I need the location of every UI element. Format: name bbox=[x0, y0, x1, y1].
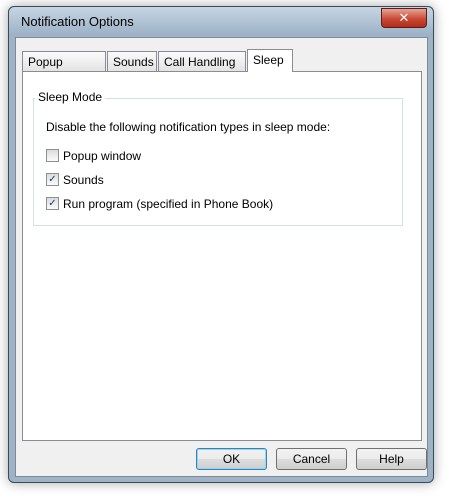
popup-window-checkbox[interactable] bbox=[46, 149, 59, 163]
help-button[interactable]: Help bbox=[356, 448, 427, 470]
close-button[interactable]: ✕ bbox=[381, 8, 427, 28]
popup-window-label: Popup window bbox=[63, 149, 142, 163]
sounds-label: Sounds bbox=[63, 173, 104, 187]
cancel-button[interactable]: Cancel bbox=[276, 448, 347, 470]
title-bar[interactable]: Notification Options ✕ bbox=[9, 7, 433, 35]
close-icon: ✕ bbox=[398, 10, 410, 25]
ok-button[interactable]: OK bbox=[196, 448, 267, 470]
dialog-client-area: Popup Window Sounds Call Handling Sleep … bbox=[15, 37, 428, 477]
tab-call-handling[interactable]: Call Handling bbox=[158, 51, 246, 71]
run-program-checkbox[interactable]: ✓ bbox=[46, 197, 59, 211]
sleep-tab-panel: Sleep Mode Disable the following notific… bbox=[22, 71, 422, 441]
sleep-mode-description: Disable the following notification types… bbox=[46, 120, 331, 134]
tab-sounds[interactable]: Sounds bbox=[107, 51, 157, 71]
popup-window-option[interactable]: Popup window bbox=[46, 149, 141, 165]
run-program-label: Run program (specified in Phone Book) bbox=[63, 197, 274, 211]
run-program-option[interactable]: ✓ Run program (specified in Phone Book) bbox=[46, 197, 273, 213]
tab-popup-window[interactable]: Popup Window bbox=[22, 51, 106, 89]
sleep-mode-group-label: Sleep Mode bbox=[35, 90, 106, 104]
notification-options-window: Notification Options ✕ Popup Window Soun… bbox=[8, 6, 434, 483]
window-title: Notification Options bbox=[21, 14, 134, 29]
tab-sleep[interactable]: Sleep bbox=[247, 49, 293, 72]
sounds-option[interactable]: ✓ Sounds bbox=[46, 173, 104, 189]
sounds-checkbox[interactable]: ✓ bbox=[46, 173, 59, 187]
